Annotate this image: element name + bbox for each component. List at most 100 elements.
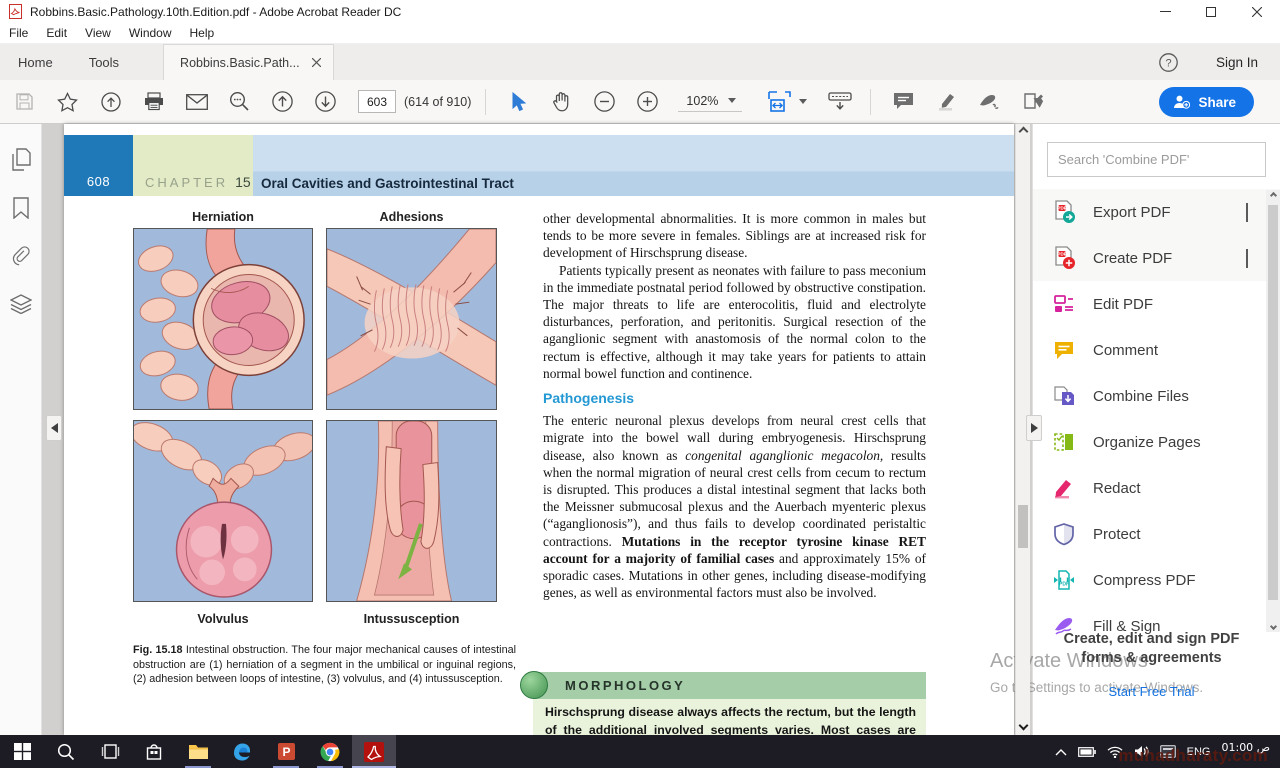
- bookmarks-icon[interactable]: [8, 196, 34, 220]
- tool-redact[interactable]: Redact: [1033, 465, 1280, 511]
- page-number-input[interactable]: [358, 90, 396, 113]
- acrobat-taskbar-icon[interactable]: [352, 735, 396, 768]
- scroll-up-icon[interactable]: [1016, 128, 1030, 135]
- pdf-page: 608 CHAPTER 15 Oral Cavities and Gastroi…: [64, 124, 1014, 735]
- wifi-icon[interactable]: [1107, 746, 1123, 758]
- svg-text:P: P: [282, 745, 290, 759]
- fit-width-chevron-icon[interactable]: [799, 99, 807, 104]
- paragraph-1: other developmental abnormalities. It is…: [543, 210, 926, 262]
- tool-create-pdf[interactable]: PDF Create PDF: [1033, 235, 1280, 281]
- chapter-number: 15: [235, 174, 251, 190]
- favorite-star-icon[interactable]: [51, 85, 84, 118]
- tool-label: Compress PDF: [1093, 572, 1196, 589]
- tab-tools[interactable]: Tools: [71, 44, 137, 80]
- sign-in-button[interactable]: Sign In: [1216, 55, 1258, 70]
- chapter-word: CHAPTER: [145, 175, 228, 190]
- tool-protect[interactable]: Protect: [1033, 511, 1280, 557]
- clock[interactable]: 01:00 ص: [1221, 742, 1270, 754]
- attachments-icon[interactable]: [8, 244, 34, 268]
- sign-pen-icon[interactable]: [973, 85, 1006, 118]
- previous-page-arrow[interactable]: [46, 415, 62, 441]
- comment-icon[interactable]: [887, 85, 920, 118]
- panel-scroll-down-icon[interactable]: [1266, 624, 1280, 629]
- select-tool-icon[interactable]: [502, 85, 535, 118]
- task-view-icon[interactable]: [88, 735, 132, 768]
- battery-icon[interactable]: [1078, 747, 1096, 757]
- next-page-arrow[interactable]: [1026, 415, 1042, 441]
- maximize-button[interactable]: [1188, 0, 1234, 23]
- fit-width-icon[interactable]: [764, 85, 797, 118]
- chevron-down-icon[interactable]: [1246, 249, 1248, 267]
- comment-tool-icon: [1052, 338, 1076, 362]
- cloud-upload-icon[interactable]: [94, 85, 127, 118]
- redact-icon: [1052, 476, 1076, 500]
- chapter-header-band: 608 CHAPTER 15 Oral Cavities and Gastroi…: [64, 135, 1014, 196]
- tab-document[interactable]: Robbins.Basic.Path...: [163, 44, 334, 80]
- highlight-icon[interactable]: [930, 85, 963, 118]
- zoom-in-icon[interactable]: [631, 85, 664, 118]
- edit-pdf-icon: [1052, 292, 1076, 316]
- menu-view[interactable]: View: [76, 23, 120, 43]
- tool-label: Edit PDF: [1093, 296, 1153, 313]
- menu-edit[interactable]: Edit: [37, 23, 76, 43]
- document-scrollbar-thumb[interactable]: [1018, 505, 1028, 548]
- page-thumbnails-icon[interactable]: [8, 148, 34, 172]
- figure-label-intussusception: Intussusception: [326, 612, 497, 630]
- title-bar: Robbins.Basic.Pathology.10th.Edition.pdf…: [0, 0, 1280, 23]
- hand-tool-icon[interactable]: [545, 85, 578, 118]
- email-icon[interactable]: [180, 85, 213, 118]
- start-button[interactable]: [0, 735, 44, 768]
- svg-text:?: ?: [1165, 57, 1171, 69]
- language-indicator[interactable]: ENG: [1187, 746, 1211, 758]
- help-icon[interactable]: ?: [1159, 53, 1178, 72]
- layers-icon[interactable]: [8, 292, 34, 316]
- previous-page-icon[interactable]: [266, 85, 299, 118]
- taskbar-search-icon[interactable]: [44, 735, 88, 768]
- svg-text:PDF: PDF: [1057, 206, 1066, 211]
- tool-combine-files[interactable]: Combine Files: [1033, 373, 1280, 419]
- tool-comment[interactable]: Comment: [1033, 327, 1280, 373]
- document-viewport[interactable]: 608 CHAPTER 15 Oral Cavities and Gastroi…: [42, 124, 1032, 735]
- promo-block: Create, edit and sign PDF forms & agreem…: [1033, 630, 1270, 701]
- figure-label-herniation: Herniation: [133, 210, 313, 228]
- tool-export-pdf[interactable]: PDF Export PDF: [1033, 189, 1280, 235]
- paragraph-3: The enteric neuronal plexus develops fro…: [543, 412, 926, 601]
- zoom-level-dropdown[interactable]: 102%: [678, 92, 742, 112]
- search-icon[interactable]: [223, 85, 256, 118]
- panel-scrollbar-thumb[interactable]: [1268, 205, 1278, 600]
- start-free-trial-link[interactable]: Start Free Trial: [1109, 684, 1195, 699]
- panel-scrollbar[interactable]: [1266, 190, 1280, 632]
- edge-browser-icon[interactable]: [220, 735, 264, 768]
- menu-help[interactable]: Help: [181, 23, 224, 43]
- save-icon[interactable]: [8, 85, 41, 118]
- microsoft-store-icon[interactable]: [132, 735, 176, 768]
- tab-close-icon[interactable]: [312, 58, 321, 67]
- panel-scroll-up-icon[interactable]: [1266, 193, 1280, 198]
- menu-window[interactable]: Window: [120, 23, 181, 43]
- print-icon[interactable]: [137, 85, 170, 118]
- zoom-out-icon[interactable]: [588, 85, 621, 118]
- chrome-icon[interactable]: [308, 735, 352, 768]
- powerpoint-icon[interactable]: P: [264, 735, 308, 768]
- touch-keyboard-icon[interactable]: [1160, 745, 1176, 758]
- volume-icon[interactable]: [1134, 745, 1149, 758]
- file-explorer-icon[interactable]: [176, 735, 220, 768]
- scroll-down-icon[interactable]: [1016, 722, 1030, 729]
- svg-text:PDF: PDF: [1059, 582, 1069, 588]
- fill-sign-toolbar-icon[interactable]: [1016, 85, 1049, 118]
- reading-mode-icon[interactable]: [823, 85, 856, 118]
- tool-edit-pdf[interactable]: Edit PDF: [1033, 281, 1280, 327]
- share-button[interactable]: Share: [1159, 87, 1254, 117]
- next-page-icon[interactable]: [309, 85, 342, 118]
- share-person-icon: [1173, 95, 1190, 109]
- close-button[interactable]: [1234, 0, 1280, 23]
- tools-search-input[interactable]: [1048, 152, 1265, 167]
- system-tray: ENG 01:00 ص: [1055, 735, 1280, 768]
- tab-home[interactable]: Home: [0, 44, 71, 80]
- menu-file[interactable]: File: [0, 23, 37, 43]
- tool-compress-pdf[interactable]: PDF Compress PDF: [1033, 557, 1280, 603]
- chevron-down-icon[interactable]: [1246, 203, 1248, 221]
- tray-expand-icon[interactable]: [1055, 748, 1067, 756]
- minimize-button[interactable]: [1142, 0, 1188, 23]
- tool-organize-pages[interactable]: Organize Pages: [1033, 419, 1280, 465]
